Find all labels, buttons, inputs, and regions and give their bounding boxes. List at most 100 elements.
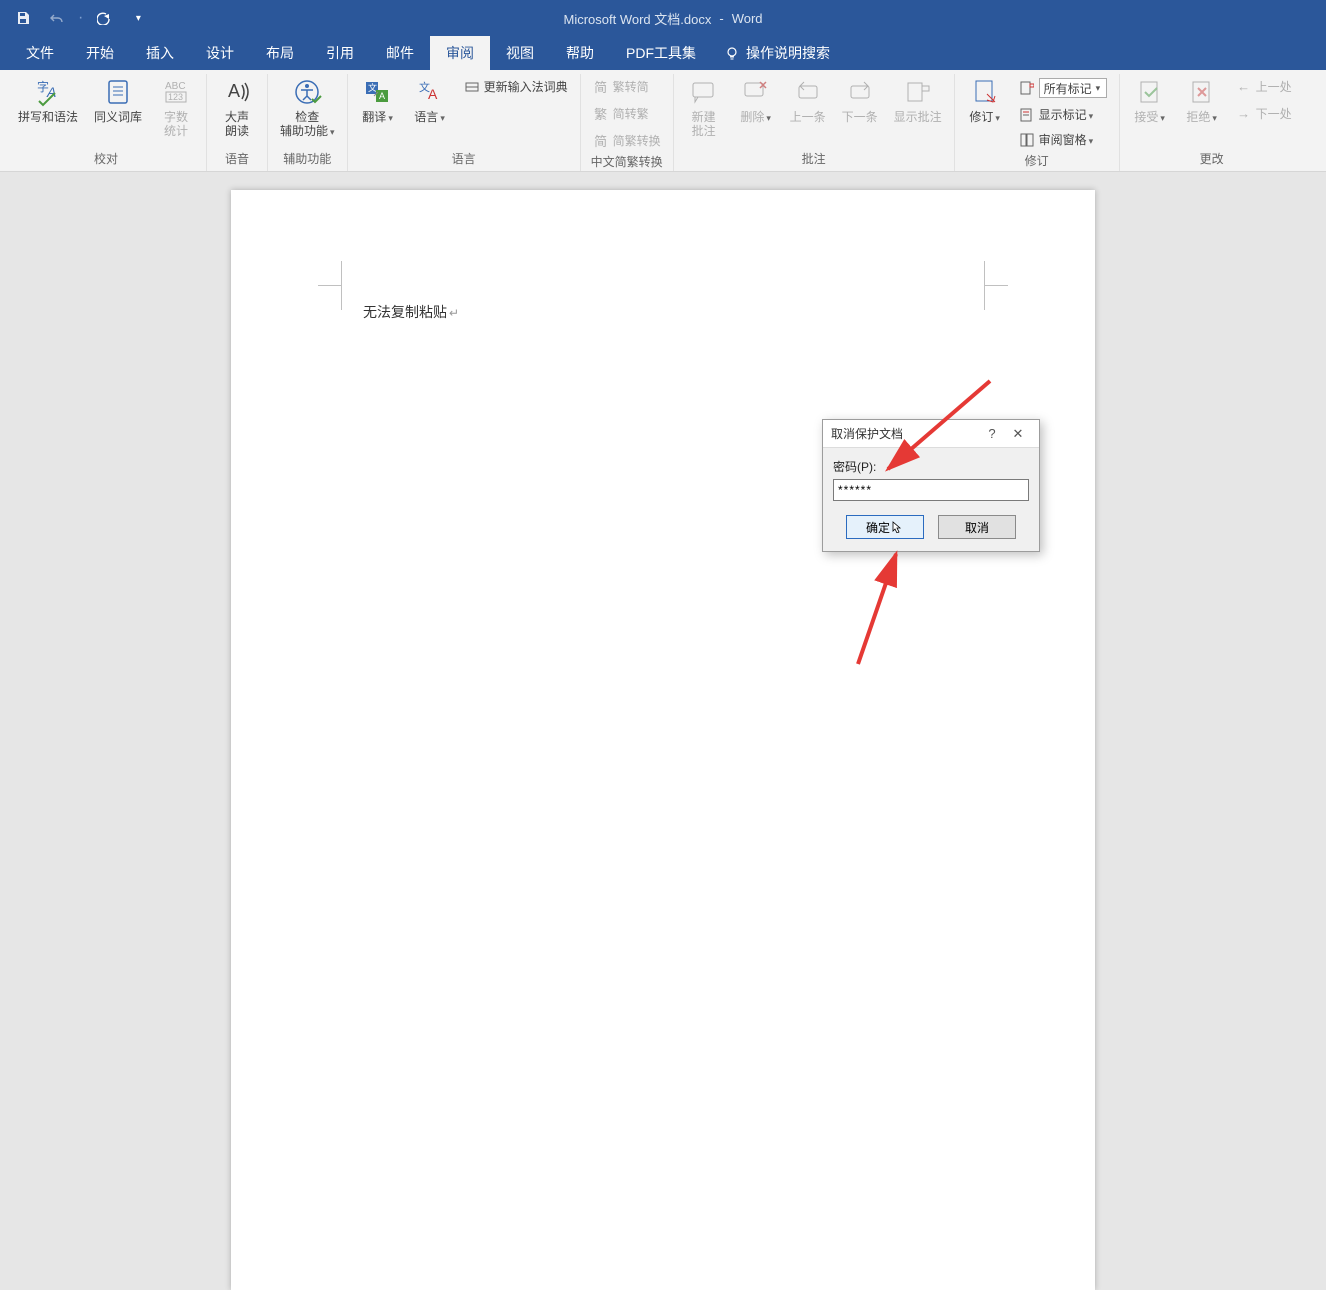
trad-to-simp-label: 繁转简 — [613, 78, 649, 95]
group-tracking: 修订 所有标记▾ 显示标记 审阅窗格 修订 — [955, 74, 1120, 171]
show-comments-button[interactable]: 显示批注 — [890, 74, 946, 124]
show-markup-button[interactable]: 显示标记 — [1015, 104, 1111, 125]
document-page[interactable]: 无法复制粘贴↵ — [231, 190, 1095, 1290]
ribbon: 字A 拼写和语法 同义词库 ABC123 字数统计 校对 — [0, 70, 1326, 172]
ime-icon — [464, 79, 480, 95]
check-accessibility-label-2: 辅助功能 — [280, 124, 335, 138]
group-proofing: 字A 拼写和语法 同义词库 ABC123 字数统计 校对 — [6, 74, 207, 171]
prev-comment-button[interactable]: 上一条 — [786, 74, 830, 124]
spelling-grammar-button[interactable]: 字A 拼写和语法 — [14, 74, 82, 124]
svg-text:A: A — [379, 91, 385, 101]
group-changes-label: 更改 — [1128, 148, 1296, 171]
word-count-button[interactable]: ABC123 字数统计 — [154, 74, 198, 138]
next-change-button[interactable]: →下一处 — [1232, 103, 1296, 124]
quick-access-toolbar: · ▾ — [8, 4, 153, 32]
new-comment-icon — [688, 76, 720, 108]
margin-marker-top-left — [341, 286, 365, 310]
word-count-label-2: 统计 — [164, 124, 188, 138]
next-comment-label: 下一条 — [842, 110, 878, 124]
show-markup-icon — [1019, 107, 1035, 123]
reviewing-pane-icon — [1019, 132, 1035, 148]
password-label: 密码(P): — [833, 458, 1029, 475]
svg-text:A: A — [228, 81, 240, 101]
tab-help[interactable]: 帮助 — [550, 36, 610, 70]
prev-change-button[interactable]: ←上一处 — [1232, 76, 1296, 97]
next-change-icon: → — [1236, 106, 1252, 122]
tab-view[interactable]: 视图 — [490, 36, 550, 70]
password-input[interactable] — [833, 479, 1029, 501]
language-button[interactable]: 文A 语言 — [408, 74, 452, 125]
group-chinese-convert-label: 中文简繁转换 — [589, 151, 665, 174]
check-accessibility-label-1: 检查 — [295, 110, 319, 124]
cancel-button[interactable]: 取消 — [938, 515, 1016, 539]
group-language-label: 语言 — [356, 148, 572, 171]
trad-to-simp-button[interactable]: 简繁转简 — [589, 76, 665, 97]
language-label: 语言 — [414, 110, 445, 124]
redo-button[interactable] — [89, 4, 119, 32]
new-comment-button[interactable]: 新建批注 — [682, 74, 726, 138]
simp-trad-icon: 繁 — [593, 106, 609, 122]
prev-change-icon: ← — [1236, 79, 1252, 95]
group-speech-label: 语音 — [215, 148, 259, 171]
delete-comment-button[interactable]: 删除 — [734, 74, 778, 125]
thesaurus-icon — [102, 76, 134, 108]
update-ime-button[interactable]: 更新输入法词典 — [460, 76, 572, 97]
new-comment-label-2: 批注 — [692, 124, 716, 138]
display-for-review-value: 所有标记 — [1044, 80, 1092, 97]
body-text-content: 无法复制粘贴 — [363, 304, 447, 320]
tab-file[interactable]: 文件 — [10, 36, 70, 70]
accept-icon — [1134, 76, 1166, 108]
accessibility-icon — [291, 76, 323, 108]
dialog-title-text: 取消保护文档 — [831, 425, 979, 442]
track-changes-label: 修订 — [969, 110, 1000, 124]
group-comments-label: 批注 — [682, 148, 946, 171]
ok-button-label: 确定 — [866, 519, 890, 536]
trad-simp-icon: 简 — [593, 79, 609, 95]
track-changes-button[interactable]: 修订 — [963, 74, 1007, 125]
dialog-close-button[interactable]: ✕ — [1005, 426, 1031, 442]
word-count-icon: ABC123 — [160, 76, 192, 108]
svg-text:A: A — [428, 86, 438, 102]
next-comment-button[interactable]: 下一条 — [838, 74, 882, 124]
tab-home[interactable]: 开始 — [70, 36, 130, 70]
tab-references[interactable]: 引用 — [310, 36, 370, 70]
paragraph-mark-icon: ↵ — [449, 306, 459, 320]
thesaurus-button[interactable]: 同义词库 — [90, 74, 146, 124]
translate-button[interactable]: 文A 翻译 — [356, 74, 400, 125]
tell-me-search[interactable]: 操作说明搜索 — [712, 36, 830, 70]
undo-button[interactable] — [42, 4, 72, 32]
reject-button[interactable]: 拒绝 — [1180, 74, 1224, 125]
accept-label: 接受 — [1134, 110, 1165, 124]
ok-button[interactable]: 确定 — [846, 515, 924, 539]
tab-design[interactable]: 设计 — [190, 36, 250, 70]
accept-button[interactable]: 接受 — [1128, 74, 1172, 125]
dialog-titlebar[interactable]: 取消保护文档 ? ✕ — [823, 420, 1039, 448]
tab-mailings[interactable]: 邮件 — [370, 36, 430, 70]
spelling-grammar-label: 拼写和语法 — [18, 110, 78, 124]
group-accessibility-label: 辅助功能 — [276, 148, 339, 171]
convert-icon: 简 — [593, 133, 609, 149]
next-change-label: 下一处 — [1256, 105, 1292, 122]
group-proofing-label: 校对 — [14, 148, 198, 171]
simp-to-trad-button[interactable]: 繁简转繁 — [589, 103, 665, 124]
next-comment-icon — [844, 76, 876, 108]
tab-layout[interactable]: 布局 — [250, 36, 310, 70]
save-button[interactable] — [8, 4, 38, 32]
check-accessibility-button[interactable]: 检查辅助功能 — [276, 74, 339, 139]
document-area[interactable]: 无法复制粘贴↵ — [0, 172, 1326, 973]
read-aloud-button[interactable]: A 大声朗读 — [215, 74, 259, 138]
simp-to-trad-label: 简转繁 — [613, 105, 649, 122]
unprotect-document-dialog: 取消保护文档 ? ✕ 密码(P): 确定 取消 — [822, 419, 1040, 552]
convert-button[interactable]: 简简繁转换 — [589, 130, 665, 151]
display-for-review-combo[interactable]: 所有标记▾ — [1039, 78, 1107, 98]
tab-insert[interactable]: 插入 — [130, 36, 190, 70]
show-markup-label: 显示标记 — [1039, 106, 1094, 123]
tab-review[interactable]: 审阅 — [430, 36, 490, 70]
qat-customize-button[interactable]: ▾ — [123, 4, 153, 32]
show-comments-icon — [902, 76, 934, 108]
dialog-help-button[interactable]: ? — [979, 426, 1005, 441]
tab-pdf-tools[interactable]: PDF工具集 — [610, 36, 712, 70]
dialog-body: 密码(P): 确定 取消 — [823, 448, 1039, 551]
lightbulb-icon — [724, 45, 740, 61]
reviewing-pane-button[interactable]: 审阅窗格 — [1015, 129, 1111, 150]
